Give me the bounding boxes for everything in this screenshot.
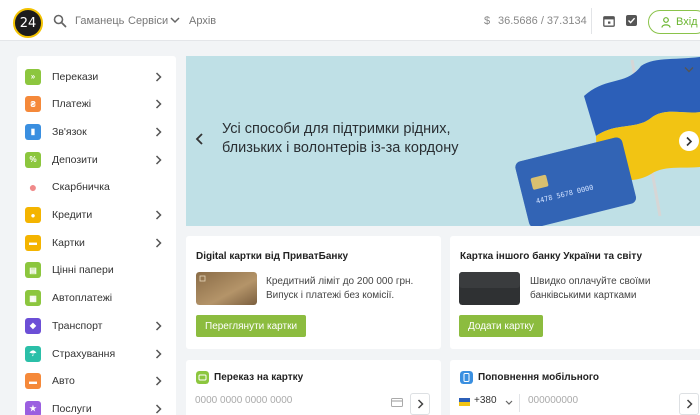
sidebar-menu: » Перекази ₴ Платежі ▮ Зв'язок% Депозити ● Скарб…: [17, 56, 176, 415]
car-icon: ▬: [25, 373, 41, 390]
sidebar-item[interactable]: % Депозити: [17, 146, 176, 173]
chevron-down-icon[interactable]: [170, 16, 180, 24]
banner-prev-icon[interactable]: [195, 132, 205, 146]
other-bank-card-panel: Картка іншого банку України та світу Шви…: [450, 236, 700, 349]
card-transfer-icon: [196, 371, 209, 384]
sidebar-item[interactable]: ₴ Платежі: [17, 91, 176, 118]
card-icon: ▬: [25, 234, 41, 251]
banner-next-button[interactable]: [679, 131, 699, 151]
mobile-topup-panel: Поповнення мобільного +380 000000000: [450, 360, 700, 415]
currency-sign: $: [484, 15, 491, 27]
other-bank-card-description: Швидко оплачуйте своїми банківськими кар…: [530, 276, 651, 301]
coin-bag-icon: ●: [25, 207, 41, 223]
sidebar-item-label: Страхування: [52, 347, 116, 360]
login-label: Вхід: [676, 16, 698, 28]
arrows-icon: »: [25, 68, 41, 85]
digital-cards-panel: Digital картки від ПриватБанку Кредитний…: [186, 236, 441, 349]
collapse-chevron-icon[interactable]: [684, 66, 694, 73]
digital-cards-title: Digital картки від ПриватБанку: [196, 251, 349, 262]
chevron-right-icon: [155, 238, 162, 248]
nav-services-link[interactable]: Сервіси: [128, 15, 168, 27]
percent-icon: %: [25, 151, 41, 168]
sidebar-item-label: Перекази: [52, 70, 99, 83]
sidebar-item[interactable]: ▦ Автоплатежі: [17, 285, 176, 312]
piggy-bank-icon: ●: [28, 179, 38, 196]
dark-card-image: [459, 272, 520, 305]
sidebar-item[interactable]: ▬ Авто: [17, 368, 176, 395]
sidebar-item[interactable]: ☂ Страхування: [17, 340, 176, 367]
input-divider: [519, 394, 520, 412]
card-transfer-title: Переказ на картку: [214, 372, 304, 383]
sidebar-item[interactable]: ▤ Цінні папери: [17, 257, 176, 284]
chevron-right-icon: [155, 155, 162, 165]
chevron-right-icon: [155, 71, 162, 82]
sidebar-item-label: Платежі: [52, 98, 92, 111]
gold-card-image: [196, 272, 257, 305]
calendar-icon[interactable]: [603, 15, 615, 27]
sidebar-item[interactable]: ▮ Зв'язок: [17, 118, 176, 145]
exchange-rate[interactable]: 36.5686 / 37.3134: [498, 15, 587, 27]
chevron-right-icon: [155, 99, 162, 109]
other-bank-card-title: Картка іншого банку України та світу: [460, 251, 643, 262]
phone-number-input[interactable]: 000000000: [528, 395, 668, 413]
document-icon: ▤: [25, 262, 41, 279]
umbrella-icon: ☂: [25, 345, 41, 362]
sidebar-item[interactable]: ● Кредити: [17, 202, 176, 229]
chevron-right-icon: [417, 399, 424, 409]
chevron-down-icon[interactable]: [505, 400, 513, 405]
header-divider: [591, 8, 592, 34]
ukraine-flag-icon: [459, 398, 470, 406]
calendar-icon: ▦: [25, 290, 41, 307]
sidebar-item-label: Кредити: [52, 209, 93, 221]
chevron-right-icon: [155, 376, 162, 386]
sidebar-item[interactable]: » Перекази: [17, 63, 176, 90]
star-icon: ★: [25, 400, 41, 415]
ukraine-flag-card-illustration: 4478 5678 0000: [515, 56, 700, 226]
sidebar-item[interactable]: ◆ Транспорт: [17, 312, 176, 339]
user-icon: [661, 16, 671, 28]
nav-archive-link[interactable]: Архів: [189, 15, 216, 27]
chevron-right-icon: [686, 399, 693, 409]
view-cards-button[interactable]: Переглянути картки: [196, 315, 307, 337]
sidebar-item[interactable]: ★ Послуги: [17, 395, 176, 415]
chevron-right-icon: [155, 404, 162, 414]
login-button[interactable]: Вхід: [648, 10, 700, 34]
country-code-select[interactable]: +380: [474, 395, 497, 413]
sidebar-item-label: Скарбничка: [52, 181, 110, 194]
privat24-logo[interactable]: 24: [13, 8, 43, 38]
sidebar-item-label: Депозити: [52, 153, 98, 166]
promo-banner[interactable]: 4478 5678 0000 Усі способи для підтримки…: [186, 56, 700, 226]
chevron-right-icon: [155, 210, 162, 220]
chevron-right-icon: [155, 127, 162, 137]
nav-wallet-link[interactable]: Гаманець: [75, 15, 124, 27]
transport-icon: ◆: [25, 317, 41, 334]
sidebar-item-label: Автоплатежі: [52, 292, 113, 305]
search-icon[interactable]: [53, 14, 67, 28]
mobile-topup-next-button[interactable]: [679, 393, 699, 415]
signal-icon: ▮: [25, 123, 41, 140]
checklist-icon[interactable]: [626, 15, 637, 26]
chevron-right-icon: [155, 348, 162, 359]
sidebar-item-label: Цінні папери: [52, 264, 114, 277]
card-number-input[interactable]: 0000 0000 0000 0000: [195, 395, 385, 413]
banner-headline: Усі способи для підтримки рідних, близьк…: [222, 121, 459, 156]
top-bar: 24 Гаманець Сервіси Архів $ 36.5686 / 37…: [0, 0, 700, 41]
digital-cards-description: Кредитний ліміт до 200 000 грн. Випуск і…: [266, 276, 414, 301]
sidebar-item-label: Авто: [52, 375, 75, 388]
card-scan-icon[interactable]: [391, 398, 403, 407]
card-transfer-next-button[interactable]: [410, 393, 430, 415]
sidebar-item-label: Транспорт: [52, 319, 103, 332]
money-icon: ₴: [25, 96, 41, 113]
chevron-right-icon: [686, 136, 693, 146]
sidebar-item-label: Послуги: [52, 402, 92, 415]
phone-icon: [460, 371, 473, 384]
sidebar-item[interactable]: ▬ Картки: [17, 229, 176, 256]
chevron-right-icon: [155, 321, 162, 331]
add-card-button[interactable]: Додати картку: [459, 315, 543, 337]
sidebar-item-label: Зв'язок: [52, 125, 87, 138]
card-transfer-panel: Переказ на картку 0000 0000 0000 0000: [186, 360, 441, 415]
sidebar-item[interactable]: ● Скарбничка: [17, 174, 176, 201]
mobile-topup-title: Поповнення мобільного: [478, 372, 600, 383]
sidebar-item-label: Картки: [52, 236, 85, 249]
